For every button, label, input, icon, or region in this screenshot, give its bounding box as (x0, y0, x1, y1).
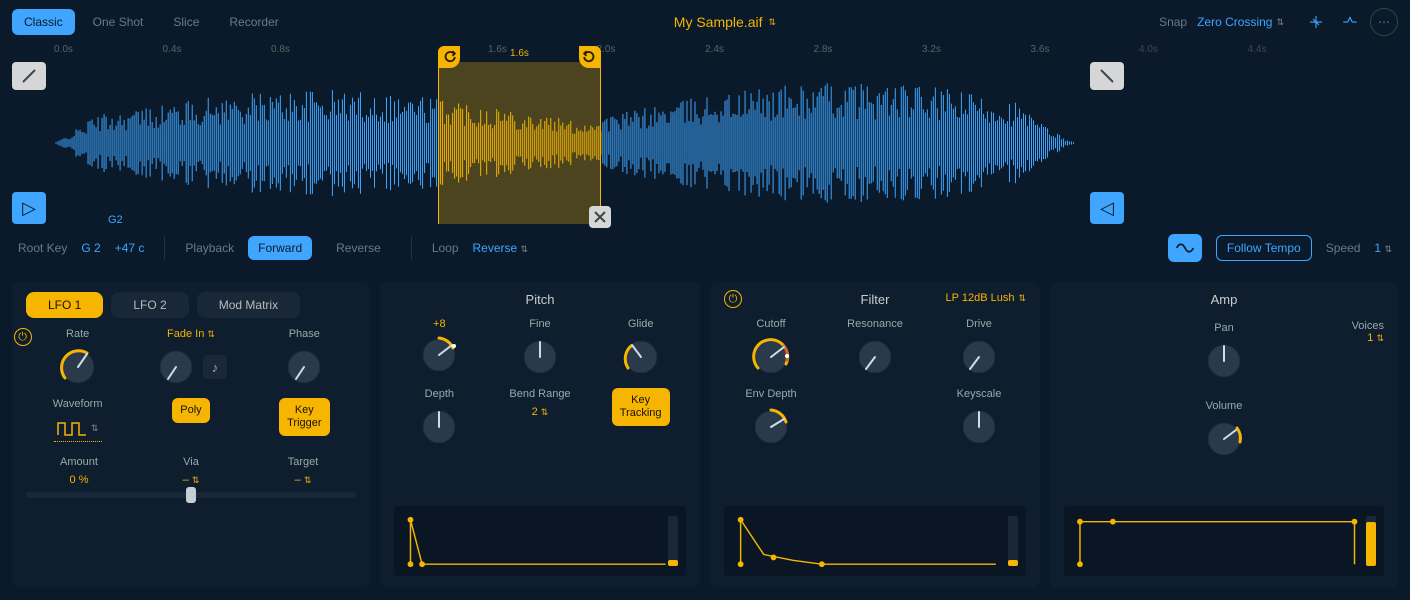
root-key-cents[interactable]: +47 c (115, 241, 145, 255)
lfo-power-button[interactable] (14, 328, 32, 346)
lfo-amount-label: Amount (60, 456, 98, 470)
amp-pan-label: Pan (1214, 322, 1234, 336)
filter-cutoff-label: Cutoff (756, 318, 785, 332)
lfo-rate-knob[interactable] (57, 346, 99, 388)
root-note-display: G2 (108, 214, 123, 226)
lfo-fade-knob[interactable] (155, 346, 197, 388)
flex-button[interactable] (1168, 234, 1202, 262)
amp-voices-label: Voices (1352, 320, 1384, 332)
speed-value[interactable]: 1 ⇅ (1374, 241, 1392, 255)
lfo-phase-label: Phase (289, 328, 320, 342)
pitch-title: Pitch (526, 292, 555, 307)
lfo-target-value[interactable]: – ⇅ (295, 474, 312, 486)
pitch-glide-knob[interactable] (620, 336, 662, 378)
filter-keyscale-knob[interactable] (958, 406, 1000, 448)
pitch-fine-knob[interactable] (519, 336, 561, 378)
pitch-depth-label: Depth (425, 388, 454, 402)
pitch-bend-value[interactable]: 2 ⇅ (532, 406, 549, 418)
pitch-glide-label: Glide (628, 318, 654, 332)
filter-drive-label: Drive (966, 318, 992, 332)
loop-label: Loop (432, 241, 459, 255)
lfo-via-label: Via (183, 456, 199, 470)
filter-resonance-label: Resonance (847, 318, 903, 332)
amp-volume-label: Volume (1206, 400, 1243, 414)
loop-region[interactable]: 1.6s (438, 62, 601, 224)
pitch-coarse-value: +8 (433, 318, 446, 330)
lfo-target-label: Target (288, 456, 319, 470)
playback-label: Playback (185, 241, 234, 255)
pitch-envelope[interactable] (394, 506, 686, 576)
snap-mode[interactable]: Zero Crossing⇅ (1197, 15, 1284, 29)
lfo-via-value[interactable]: – ⇅ (183, 474, 200, 486)
snap-label: Snap (1159, 15, 1187, 29)
amp-panel: Amp Voices 1 ⇅ Pan Volume (1050, 282, 1398, 588)
pitch-bend-label: Bend Range (509, 388, 570, 402)
loop-mode[interactable]: Reverse ⇅ (473, 241, 529, 255)
lfo-rate-label: Rate (66, 328, 89, 342)
tab-slice[interactable]: Slice (161, 9, 211, 35)
pitch-panel: Pitch +8 Fine Glide Depth Bend Range 2 ⇅… (380, 282, 700, 588)
filter-type-select[interactable]: LP 12dB Lush⇅ (946, 292, 1026, 304)
pitch-key-tracking-button[interactable]: Key Tracking (612, 388, 670, 426)
tab-one-shot[interactable]: One Shot (81, 9, 156, 35)
time-ruler: 0.0s0.4s0.8s1.6s2.0s2.4s2.8s3.2s3.6s4.0s… (54, 44, 1356, 62)
playback-forward[interactable]: Forward (248, 236, 312, 260)
amp-pan-knob[interactable] (1203, 340, 1245, 382)
follow-tempo-button[interactable]: Follow Tempo (1216, 235, 1312, 261)
tab-lfo1[interactable]: LFO 1 (26, 292, 103, 318)
amp-title: Amp (1211, 292, 1238, 307)
sample-title[interactable]: My Sample.aif⇅ (297, 14, 1153, 30)
loop-end-handle[interactable] (579, 46, 601, 68)
lfo-poly-button[interactable]: Poly (172, 398, 209, 423)
crossfade-handle[interactable] (589, 206, 611, 228)
tab-classic[interactable]: Classic (12, 9, 75, 35)
loop-time-label: 1.6s (510, 48, 529, 59)
more-menu-icon[interactable]: ⋯ (1370, 8, 1398, 36)
filter-cutoff-knob[interactable] (750, 336, 792, 378)
playback-reverse[interactable]: Reverse (326, 236, 391, 260)
lfo-sync-button[interactable]: ♪ (203, 355, 227, 379)
lfo-phase-knob[interactable] (283, 346, 325, 388)
pitch-coarse-knob[interactable] (418, 334, 460, 376)
filter-envelope[interactable] (724, 506, 1026, 576)
lfo-key-trigger-button[interactable]: Key Trigger (279, 398, 329, 436)
lfo-amount-slider[interactable] (26, 492, 356, 498)
speed-label: Speed (1326, 241, 1361, 255)
pitch-depth-knob[interactable] (418, 406, 460, 448)
tab-recorder[interactable]: Recorder (217, 9, 290, 35)
filter-envdepth-knob[interactable] (750, 406, 792, 448)
lfo-waveform-label: Waveform (53, 398, 103, 412)
sample-start-handle[interactable]: ▷ (12, 192, 46, 224)
amp-volume-knob[interactable] (1203, 418, 1245, 460)
lfo-amount-value: 0 % (70, 474, 89, 486)
filter-resonance-knob[interactable] (854, 336, 896, 378)
fade-in-handle[interactable] (12, 62, 46, 90)
filter-drive-knob[interactable] (958, 336, 1000, 378)
filter-keyscale-label: Keyscale (957, 388, 1002, 402)
filter-envdepth-label: Env Depth (745, 388, 796, 402)
pitch-fine-label: Fine (529, 318, 550, 332)
filter-power-button[interactable] (724, 290, 742, 308)
lfo-fade-label[interactable]: Fade In ⇅ (167, 328, 215, 342)
amp-envelope[interactable] (1064, 506, 1384, 576)
lfo-panel: LFO 1 LFO 2 Mod Matrix Rate Fade In ⇅ ♪ (12, 282, 370, 588)
root-key-label: Root Key (18, 241, 67, 255)
autoloop-icon[interactable] (1336, 8, 1364, 36)
waveform-display[interactable]: ▷ ◁ 0.0s0.4s0.8s1.6s2.0s2.4s2.8s3.2s3.6s… (0, 44, 1410, 224)
tab-lfo2[interactable]: LFO 2 (111, 292, 188, 318)
amp-voices-value[interactable]: 1 ⇅ (1352, 332, 1384, 344)
waveform-svg (54, 62, 1356, 224)
lfo-waveform-select[interactable]: ⇅ (54, 416, 102, 442)
filter-title: Filter (861, 292, 890, 307)
root-key-value[interactable]: G 2 (81, 241, 100, 255)
tab-mod-matrix[interactable]: Mod Matrix (197, 292, 300, 318)
loop-start-handle[interactable] (438, 46, 460, 68)
filter-panel: Filter LP 12dB Lush⇅ Cutoff Resonance Dr… (710, 282, 1040, 588)
trim-icon[interactable] (1302, 8, 1330, 36)
